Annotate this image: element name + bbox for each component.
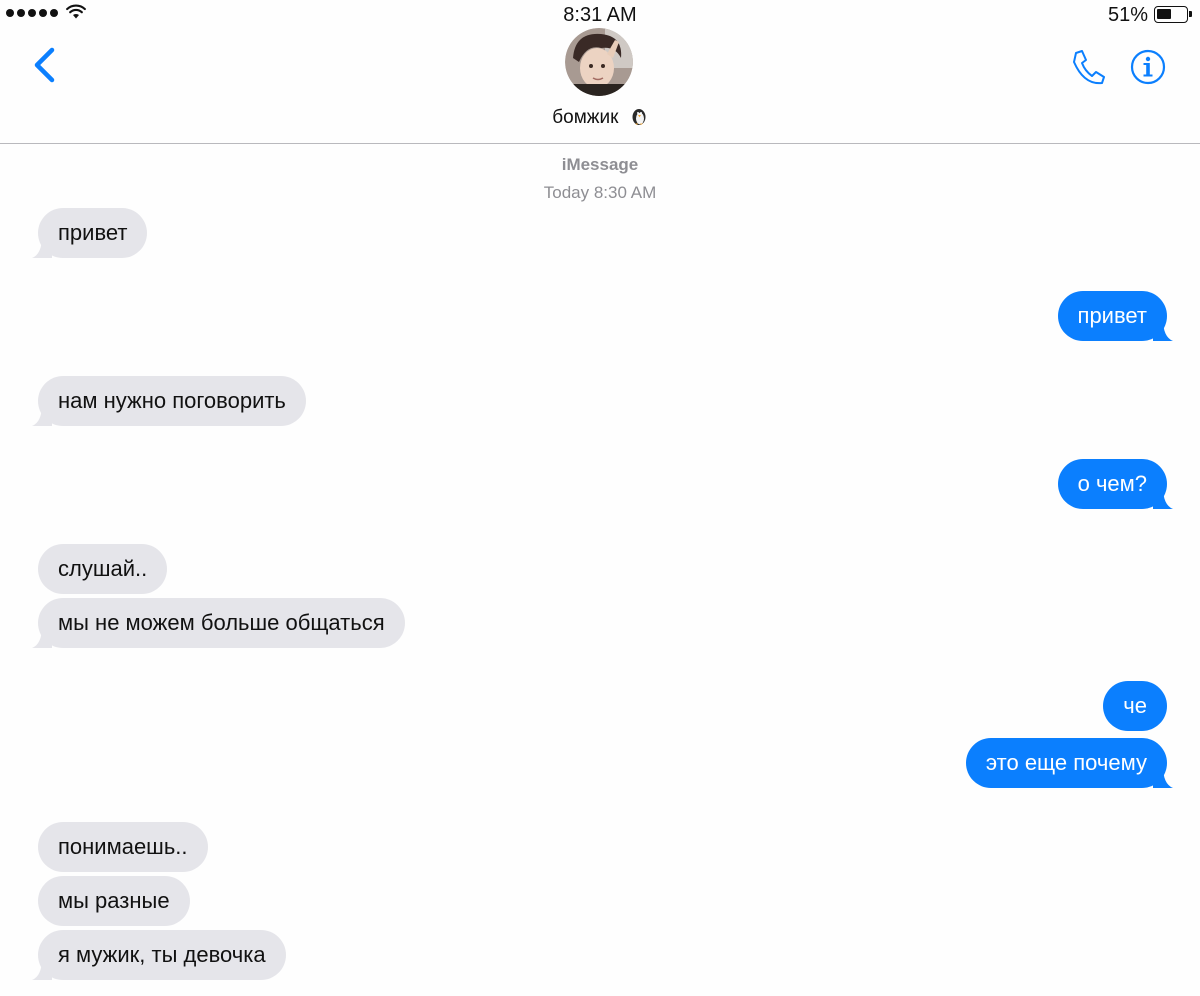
incoming-message[interactable]: мы не можем больше общаться	[32, 598, 405, 648]
outgoing-message[interactable]: че	[1103, 681, 1167, 731]
message-text: слушай..	[58, 556, 148, 581]
incoming-message[interactable]: мы разные	[38, 876, 190, 926]
message-text: че	[1123, 693, 1147, 718]
service-label: iMessage	[561, 155, 639, 174]
message-text: привет	[1077, 303, 1147, 328]
outgoing-message[interactable]: это еще почему	[965, 738, 1173, 788]
incoming-message[interactable]: нам нужно поговорить	[32, 376, 306, 426]
penguin-icon	[632, 109, 646, 125]
incoming-message[interactable]: слушай..	[38, 544, 168, 594]
message-text: я мужик, ты девочка	[58, 942, 266, 967]
incoming-message[interactable]: я мужик, ты девочка	[32, 930, 286, 980]
bubble-tail	[32, 958, 52, 980]
message-text: мы разные	[58, 888, 170, 913]
bubble-tail	[1153, 766, 1173, 788]
bubble-tail	[32, 236, 52, 258]
bubble-tail	[1153, 487, 1173, 509]
messages-screen: 8:31 AM 51% бомжик iMessage Today 8:30 A…	[0, 0, 1200, 996]
phone-icon[interactable]	[1070, 48, 1106, 86]
message-text: о чем?	[1077, 471, 1147, 496]
contact-name-text: бомжик	[552, 107, 619, 128]
info-icon[interactable]	[1130, 49, 1166, 85]
thread-timestamp: Today 8:30 AM	[543, 183, 657, 202]
bubble-tail	[32, 626, 52, 648]
outgoing-message[interactable]: привет	[1057, 291, 1173, 341]
bubble-tail	[32, 404, 52, 426]
conversation-header: бомжик	[0, 0, 1200, 144]
message-text: нам нужно поговорить	[58, 388, 286, 413]
incoming-message[interactable]: понимаешь..	[38, 822, 208, 872]
back-chevron-icon[interactable]	[30, 46, 60, 84]
contact-name[interactable]: бомжик	[0, 106, 1200, 129]
message-text: это еще почему	[985, 750, 1147, 775]
outgoing-message[interactable]: о чем?	[1057, 459, 1173, 509]
contact-avatar[interactable]	[565, 28, 633, 96]
bubble-tail	[1153, 319, 1173, 341]
message-text: понимаешь..	[58, 834, 188, 859]
message-text: привет	[58, 220, 128, 245]
message-text: мы не можем больше общаться	[58, 610, 385, 635]
incoming-message[interactable]: привет	[32, 208, 148, 258]
